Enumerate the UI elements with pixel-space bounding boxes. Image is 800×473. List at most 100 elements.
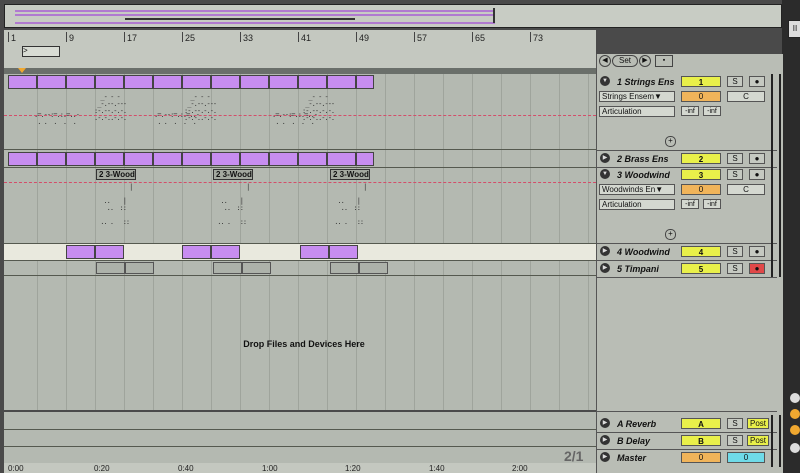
fold-icon[interactable]: ▶ xyxy=(600,452,610,462)
solo-button[interactable]: S xyxy=(727,169,743,180)
midi-clip[interactable] xyxy=(327,75,356,89)
fold-icon[interactable]: ▶ xyxy=(600,263,610,273)
control-chooser[interactable]: Articulation xyxy=(599,106,675,117)
post-button[interactable]: Post xyxy=(747,418,769,429)
return-lanes[interactable] xyxy=(4,412,596,464)
track-name[interactable]: 3 Woodwind xyxy=(617,170,670,180)
midi-clip[interactable] xyxy=(356,75,374,89)
midi-clip[interactable] xyxy=(125,262,154,274)
volume-field[interactable]: 0 xyxy=(681,91,721,102)
midi-clip[interactable] xyxy=(153,75,182,89)
arrangement-overview[interactable] xyxy=(4,4,782,28)
add-icon[interactable]: + xyxy=(665,136,676,147)
midi-clip[interactable] xyxy=(330,262,359,274)
solo-button[interactable]: S xyxy=(727,76,743,87)
clip-name[interactable]: 2 3-Wood xyxy=(330,169,370,180)
midi-clip[interactable] xyxy=(242,262,271,274)
return-track-reverb[interactable]: ▶ A Reverb A S Post xyxy=(597,415,781,433)
track-header-brass[interactable]: ▶ 2 Brass Ens 2 S ● xyxy=(597,150,781,168)
midi-clip[interactable] xyxy=(124,75,153,89)
volume-field[interactable]: 0 xyxy=(681,184,721,195)
midi-clip[interactable] xyxy=(211,152,240,166)
midi-clip[interactable] xyxy=(182,152,211,166)
beat-time-ruler[interactable]: 1 9 17 25 33 41 49 57 65 73 xyxy=(4,30,596,69)
solo-button[interactable]: S xyxy=(727,263,743,274)
prev-locator-icon[interactable]: ◀ xyxy=(599,55,611,67)
fold-icon[interactable]: ▶ xyxy=(600,418,610,428)
fold-icon[interactable]: ▼ xyxy=(600,76,610,86)
loop-brace[interactable]: > xyxy=(22,46,60,57)
time-ruler[interactable]: 0:00 0:20 0:40 1:00 1:20 1:40 2:00 xyxy=(4,463,596,473)
midi-clip[interactable] xyxy=(240,152,269,166)
midi-clip[interactable] xyxy=(211,245,240,259)
track-header-woodwind[interactable]: ▼ 3 Woodwind 3 S ● Woodwinds En▼ Articul… xyxy=(597,167,781,244)
fold-icon[interactable]: ▶ xyxy=(600,246,610,256)
midi-clip[interactable] xyxy=(298,152,327,166)
pan-field[interactable]: C xyxy=(727,184,765,195)
add-icon[interactable]: + xyxy=(665,229,676,240)
track-name[interactable]: 2 Brass Ens xyxy=(617,154,669,164)
arm-button[interactable]: ● xyxy=(749,263,765,274)
midi-clip[interactable] xyxy=(37,152,66,166)
pan-field[interactable]: C xyxy=(727,91,765,102)
midi-clip[interactable] xyxy=(182,245,211,259)
arm-button[interactable]: ● xyxy=(749,76,765,87)
volume-field[interactable]: 0 xyxy=(681,452,721,463)
set-locator-button[interactable]: Set xyxy=(612,55,638,67)
track-activator[interactable]: 4 xyxy=(681,246,721,257)
track-activator[interactable]: 1 xyxy=(681,76,721,87)
track-header-strings[interactable]: ▼ 1 Strings Ens 1 S ● Strings Ensem▼ Art… xyxy=(597,74,781,151)
midi-clip[interactable] xyxy=(269,152,298,166)
track-header-timpani[interactable]: ▶ 5 Timpani 5 S ● xyxy=(597,260,781,278)
midi-clip[interactable] xyxy=(96,262,125,274)
midi-clip[interactable] xyxy=(300,245,329,259)
track-name[interactable]: 1 Strings Ens xyxy=(617,77,675,87)
r-icon[interactable] xyxy=(790,409,800,419)
midi-clip[interactable] xyxy=(359,262,388,274)
clip-name[interactable]: 2 3-Wood xyxy=(213,169,253,180)
midi-clip[interactable] xyxy=(66,75,95,89)
track-name[interactable]: B Delay xyxy=(617,436,650,446)
midi-clip[interactable] xyxy=(182,75,211,89)
left-arrow-icon[interactable] xyxy=(790,393,800,403)
midi-clip[interactable] xyxy=(95,75,124,89)
midi-clip[interactable] xyxy=(213,262,242,274)
midi-clip[interactable] xyxy=(153,152,182,166)
track-name[interactable]: 4 Woodwind xyxy=(617,247,670,257)
r-icon[interactable] xyxy=(790,425,800,435)
track-activator[interactable]: B xyxy=(681,435,721,446)
track-name[interactable]: Master xyxy=(617,453,646,463)
track-header-woodwind-4[interactable]: ▶ 4 Woodwind 4 S ● xyxy=(597,243,781,261)
midi-clip[interactable] xyxy=(211,75,240,89)
fold-icon[interactable]: ▶ xyxy=(600,435,610,445)
track-activator[interactable]: 3 xyxy=(681,169,721,180)
arrangement-view[interactable]: _- - - _-.--.--- :-.--.-.-. .-.-..-.-. .… xyxy=(4,74,596,410)
device-chooser[interactable]: Strings Ensem▼ xyxy=(599,91,675,102)
arm-button[interactable]: ● xyxy=(749,153,765,164)
track-name[interactable]: 5 Timpani xyxy=(617,264,659,274)
solo-button[interactable]: S xyxy=(727,246,743,257)
track-activator[interactable]: 5 xyxy=(681,263,721,274)
arm-button[interactable]: ● xyxy=(749,169,765,180)
arm-button[interactable]: ● xyxy=(749,246,765,257)
solo-button[interactable]: S xyxy=(727,153,743,164)
midi-clip[interactable] xyxy=(95,152,124,166)
clip-name[interactable]: 2 3-Wood xyxy=(96,169,136,180)
midi-clip[interactable] xyxy=(298,75,327,89)
midi-clip[interactable] xyxy=(66,152,95,166)
fold-icon[interactable]: ▶ xyxy=(600,153,610,163)
device-chooser[interactable]: Woodwinds En▼ xyxy=(599,184,675,195)
track-activator[interactable]: 2 xyxy=(681,153,721,164)
solo-button[interactable]: S xyxy=(727,435,743,446)
control-chooser[interactable]: Articulation xyxy=(599,199,675,210)
d-icon[interactable] xyxy=(790,443,800,453)
next-locator-icon[interactable]: ▶ xyxy=(639,55,651,67)
midi-clip[interactable] xyxy=(327,152,356,166)
folder-icon[interactable]: ▪ xyxy=(655,55,673,67)
midi-clip[interactable] xyxy=(124,152,153,166)
midi-clip[interactable] xyxy=(8,75,37,89)
midi-clip[interactable] xyxy=(66,245,95,259)
master-track[interactable]: ▶ Master 0 0 xyxy=(597,449,781,467)
pan-field[interactable]: 0 xyxy=(727,452,765,463)
midi-clip[interactable] xyxy=(356,152,374,166)
